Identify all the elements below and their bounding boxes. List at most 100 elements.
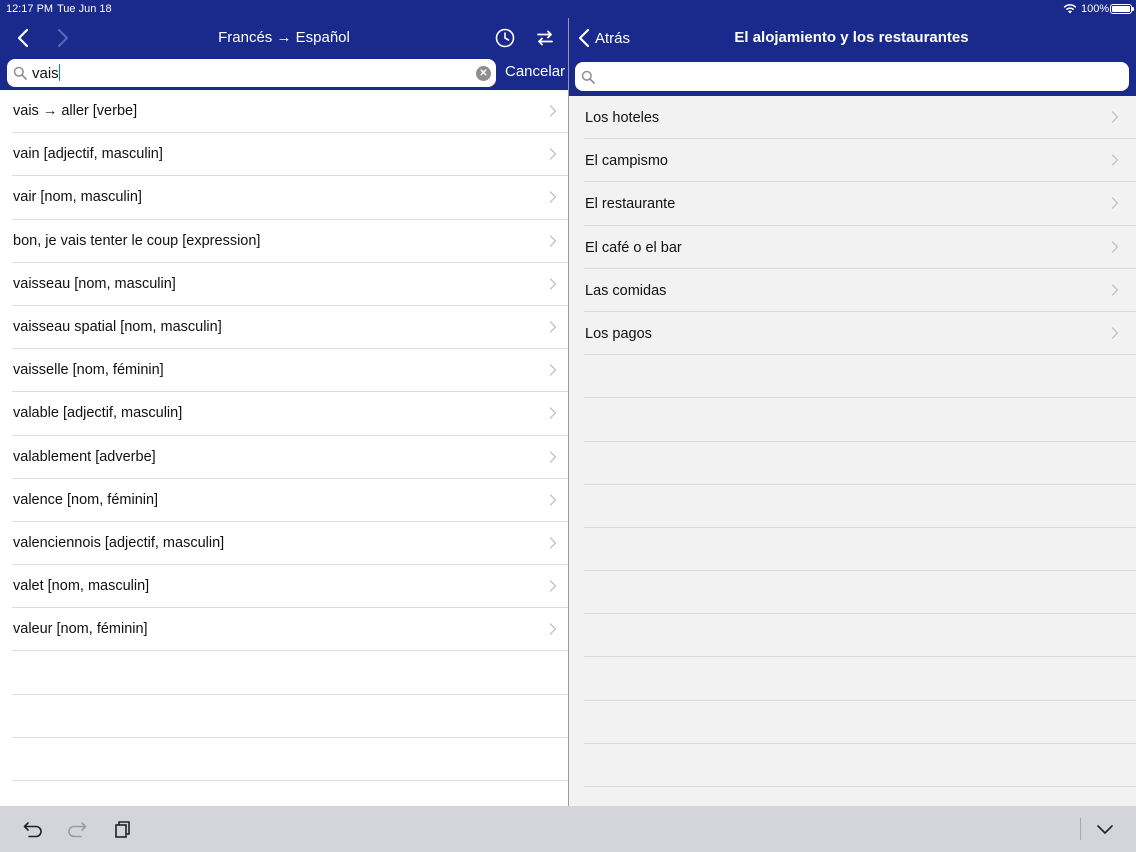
topic-row[interactable]: El campismo — [584, 139, 1136, 183]
result-label: valable [adjectif, masculin] — [13, 405, 183, 422]
result-label: vain [adjectif, masculin] — [13, 146, 163, 163]
result-row[interactable]: vaisseau spatial [nom, masculin] — [12, 306, 568, 350]
result-row[interactable]: vair [nom, masculin] — [12, 176, 568, 220]
chevron-left-icon — [578, 28, 590, 48]
empty-row — [584, 571, 1136, 615]
chevron-right-icon — [1111, 327, 1119, 339]
result-label: valet [nom, masculin] — [13, 578, 150, 595]
empty-row — [12, 695, 568, 738]
chevron-right-icon — [1111, 111, 1119, 123]
result-row[interactable]: valablement [adverbe] — [12, 436, 568, 479]
topic-search-input[interactable] — [575, 62, 1129, 91]
empty-row — [584, 744, 1136, 787]
language-pair-title[interactable]: Francés → Español — [160, 29, 408, 46]
search-icon — [581, 70, 595, 84]
chevron-left-icon[interactable] — [12, 26, 36, 50]
search-input[interactable]: vais ✕ — [7, 59, 496, 87]
status-bar: 12:17 PM Tue Jun 18 100% — [0, 0, 1136, 18]
result-row[interactable]: vaisselle [nom, féminin] — [12, 349, 568, 393]
redo-icon[interactable] — [66, 818, 88, 840]
back-button-label: Atrás — [595, 29, 631, 47]
clipboard-icon[interactable] — [112, 818, 134, 840]
status-date: Tue Jun 18 — [57, 3, 112, 15]
battery-icon — [1110, 4, 1134, 14]
result-label: vair [nom, masculin] — [13, 189, 142, 206]
topic-row[interactable]: El café o el bar — [584, 226, 1136, 269]
result-row[interactable]: valence [nom, féminin] — [12, 479, 568, 522]
chevron-right-icon — [549, 148, 557, 160]
search-results-list: vais → aller [verbe] vain [adjectif, masc… — [0, 90, 568, 806]
dictionary-header: Francés → Español vais ✕ Cancelar — [0, 18, 568, 90]
chevron-right-icon — [549, 234, 557, 247]
result-row[interactable]: vaisseau [nom, masculin] — [12, 263, 568, 306]
topic-label: El café o el bar — [585, 239, 682, 256]
cancel-button[interactable]: Cancelar — [505, 63, 565, 80]
result-row[interactable]: vain [adjectif, masculin] — [12, 133, 568, 177]
result-label: vaisselle [nom, féminin] — [13, 362, 164, 379]
battery-percent: 100% — [1081, 3, 1110, 15]
chevron-right-icon — [549, 321, 557, 333]
chevron-right-icon — [549, 105, 557, 117]
search-icon — [13, 66, 27, 80]
chevron-right-icon — [549, 623, 557, 635]
toolbar-separator — [1080, 818, 1081, 840]
wifi-icon — [1063, 4, 1077, 14]
empty-row — [584, 701, 1136, 744]
topic-row[interactable]: El restaurante — [584, 182, 1136, 226]
chevron-down-icon[interactable] — [1094, 818, 1116, 840]
back-button[interactable]: Atrás — [577, 26, 630, 50]
result-label: valenciennois [adjectif, masculin] — [13, 534, 225, 551]
empty-row — [12, 781, 568, 806]
topic-row[interactable]: Las comidas — [584, 269, 1136, 312]
topic-list: Los hoteles El campismo El restaurante El c… — [569, 96, 1136, 806]
chevron-right-icon — [549, 580, 557, 592]
empty-row — [584, 614, 1136, 658]
topic-row[interactable]: Los hoteles — [584, 96, 1136, 140]
result-label: valeur [nom, féminin] — [13, 621, 148, 638]
chevron-right-icon[interactable] — [50, 26, 74, 50]
keyboard-shortcut-bar — [0, 806, 1136, 852]
chevron-right-icon — [1111, 154, 1119, 166]
empty-row — [584, 442, 1136, 485]
clock-icon[interactable] — [493, 26, 517, 50]
chevron-right-icon — [549, 537, 557, 549]
chevron-right-icon — [549, 364, 557, 376]
result-row[interactable]: bon, je vais tenter le coup [expression] — [12, 220, 568, 263]
result-label: vais → aller [verbe] — [13, 103, 138, 119]
result-row[interactable]: valet [nom, masculin] — [12, 565, 568, 609]
topic-label: Las comidas — [585, 282, 667, 299]
swap-arrows-icon[interactable] — [533, 26, 557, 50]
result-row[interactable]: vais → aller [verbe] — [12, 90, 568, 134]
topic-label: El restaurante — [585, 196, 676, 213]
result-label: vaisseau [nom, masculin] — [13, 275, 176, 292]
chevron-right-icon — [549, 191, 557, 204]
topic-row[interactable]: Los pagos — [584, 312, 1136, 356]
clear-search-icon[interactable]: ✕ — [476, 66, 491, 81]
empty-row — [12, 738, 568, 781]
undo-icon[interactable] — [22, 818, 44, 840]
result-label: valence [nom, féminin] — [13, 491, 159, 508]
result-label: vaisseau spatial [nom, masculin] — [13, 318, 222, 335]
chevron-right-icon — [1111, 284, 1119, 296]
chevron-right-icon — [1111, 197, 1119, 210]
topic-header: Atrás El alojamiento y los restaurantes — [569, 18, 1136, 96]
empty-row — [584, 657, 1136, 701]
chevron-right-icon — [549, 450, 557, 463]
search-input-value[interactable]: vais — [32, 64, 60, 82]
result-label: valablement [adverbe] — [13, 448, 156, 465]
result-row[interactable]: valeur [nom, féminin] — [12, 608, 568, 652]
topic-label: Los pagos — [585, 325, 652, 342]
chevron-right-icon — [549, 493, 557, 506]
result-label: bon, je vais tenter le coup [expression] — [13, 232, 261, 249]
empty-row — [584, 485, 1136, 528]
empty-row — [584, 528, 1136, 572]
chevron-right-icon — [1111, 240, 1119, 253]
empty-row — [12, 651, 568, 695]
result-row[interactable]: valable [adjectif, masculin] — [12, 392, 568, 436]
empty-row — [584, 355, 1136, 399]
empty-row — [584, 398, 1136, 442]
result-row[interactable]: valenciennois [adjectif, masculin] — [12, 522, 568, 566]
chevron-right-icon — [549, 407, 557, 420]
topic-label: Los hoteles — [585, 110, 660, 126]
chevron-right-icon — [549, 278, 557, 290]
